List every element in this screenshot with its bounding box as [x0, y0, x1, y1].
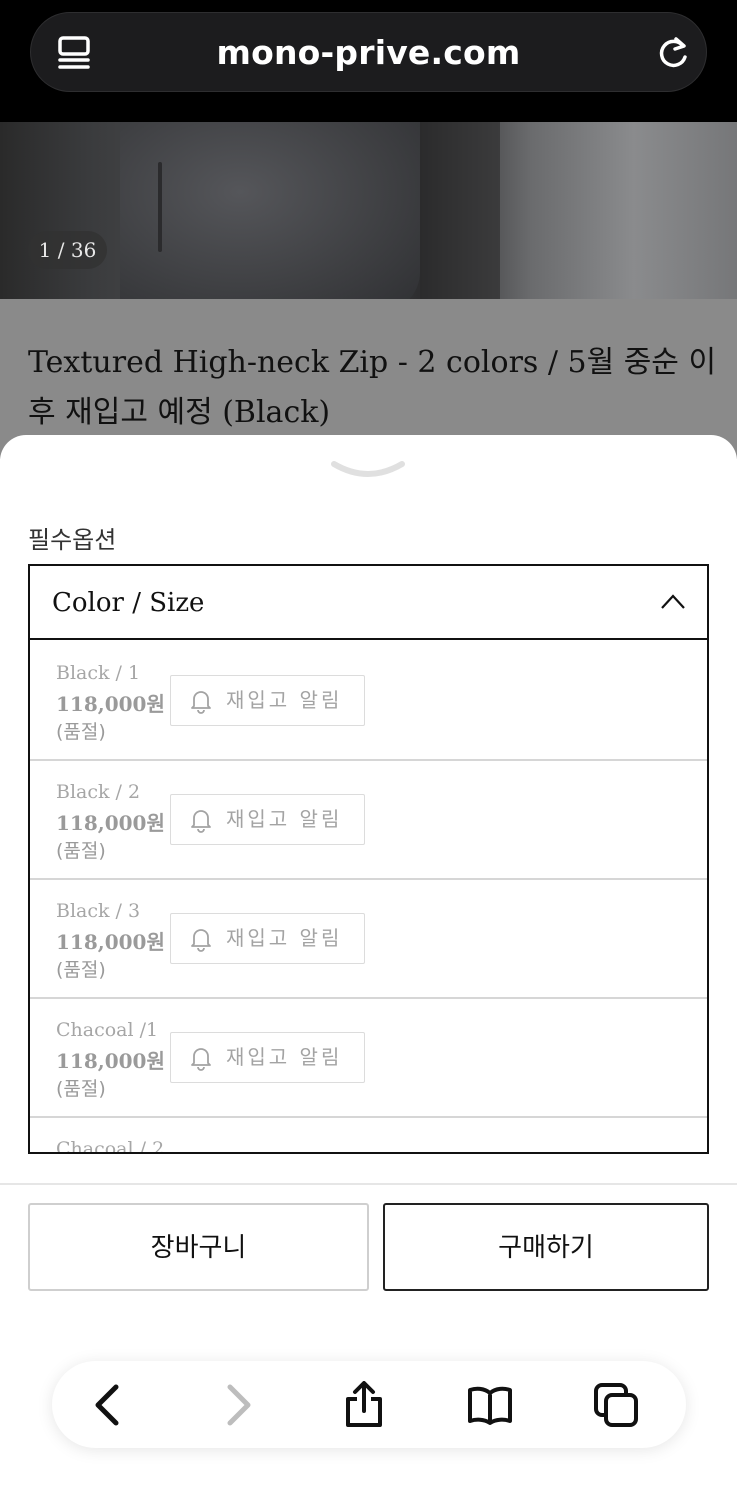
option-item[interactable]: Black / 3 118,000원 (품절) 재입고 알림 — [30, 880, 707, 999]
browser-bottom-toolbar — [52, 1361, 686, 1448]
restock-notify-label: 재입고 알림 — [226, 688, 343, 712]
option-select[interactable]: Color / Size Black / 1 118,000원 (품절) 재입고… — [28, 564, 709, 1154]
bell-icon — [191, 929, 211, 952]
sold-out-status: (품절) — [56, 840, 106, 862]
option-select-header[interactable]: Color / Size — [30, 566, 707, 640]
option-item[interactable]: Chacoal /1 118,000원 (품절) 재입고 알림 — [30, 999, 707, 1118]
browser-top-bar: mono-prive.com — [0, 0, 737, 122]
back-icon[interactable] — [84, 1381, 132, 1429]
option-price: 118,000원 — [56, 811, 165, 835]
restock-notify-button[interactable]: 재입고 알림 — [170, 794, 365, 845]
forward-icon[interactable] — [214, 1381, 262, 1429]
sold-out-status: (품절) — [56, 721, 106, 743]
option-item[interactable]: Black / 1 118,000원 (품절) 재입고 알림 — [30, 642, 707, 761]
restock-notify-button[interactable]: 재입고 알림 — [170, 675, 365, 726]
option-price: 118,000원 — [56, 1049, 165, 1073]
garment-sleeve — [120, 122, 420, 299]
bell-icon — [191, 691, 211, 714]
chevron-up-icon[interactable] — [660, 593, 686, 611]
option-name: Black / 2 — [56, 781, 141, 803]
sheet-divider — [0, 1183, 737, 1185]
address-bar[interactable]: mono-prive.com — [30, 12, 707, 92]
bookmarks-icon[interactable] — [466, 1381, 514, 1429]
tabs-icon[interactable] — [592, 1381, 640, 1429]
sold-out-status: (품절) — [56, 1078, 106, 1100]
restock-notify-label: 재입고 알림 — [226, 807, 343, 831]
sheet-collapse-chevron-icon[interactable] — [330, 458, 406, 484]
sold-out-status: (품절) — [56, 959, 106, 981]
bell-icon — [191, 810, 211, 833]
option-name: Chacoal / 2 — [56, 1138, 165, 1154]
restock-notify-button[interactable]: 재입고 알림 — [170, 913, 365, 964]
restock-notify-label: 재입고 알림 — [226, 926, 343, 950]
option-price: 118,000원 — [56, 930, 165, 954]
required-option-label: 필수옵션 — [28, 526, 117, 554]
option-price: 118,000원 — [56, 692, 165, 716]
image-counter: 1 / 36 — [28, 231, 107, 269]
buy-now-button[interactable]: 구매하기 — [383, 1203, 709, 1291]
option-name: Black / 3 — [56, 900, 141, 922]
reload-icon[interactable] — [655, 35, 691, 71]
option-select-value: Color / Size — [52, 588, 205, 618]
url-text[interactable]: mono-prive.com — [31, 13, 706, 93]
product-image[interactable] — [0, 122, 737, 299]
product-title: Textured High-neck Zip - 2 colors / 5월 중… — [28, 345, 717, 430]
option-item[interactable]: Black / 2 118,000원 (품절) 재입고 알림 — [30, 761, 707, 880]
share-icon[interactable] — [340, 1381, 388, 1429]
option-item[interactable]: Chacoal / 2 — [30, 1118, 707, 1154]
bell-icon — [191, 1048, 211, 1071]
restock-notify-label: 재입고 알림 — [226, 1045, 343, 1069]
add-to-cart-button[interactable]: 장바구니 — [28, 1203, 369, 1291]
option-name: Black / 1 — [56, 662, 141, 684]
drawstring — [158, 162, 162, 252]
restock-notify-button[interactable]: 재입고 알림 — [170, 1032, 365, 1083]
option-name: Chacoal /1 — [56, 1019, 159, 1041]
image-background — [420, 122, 500, 299]
